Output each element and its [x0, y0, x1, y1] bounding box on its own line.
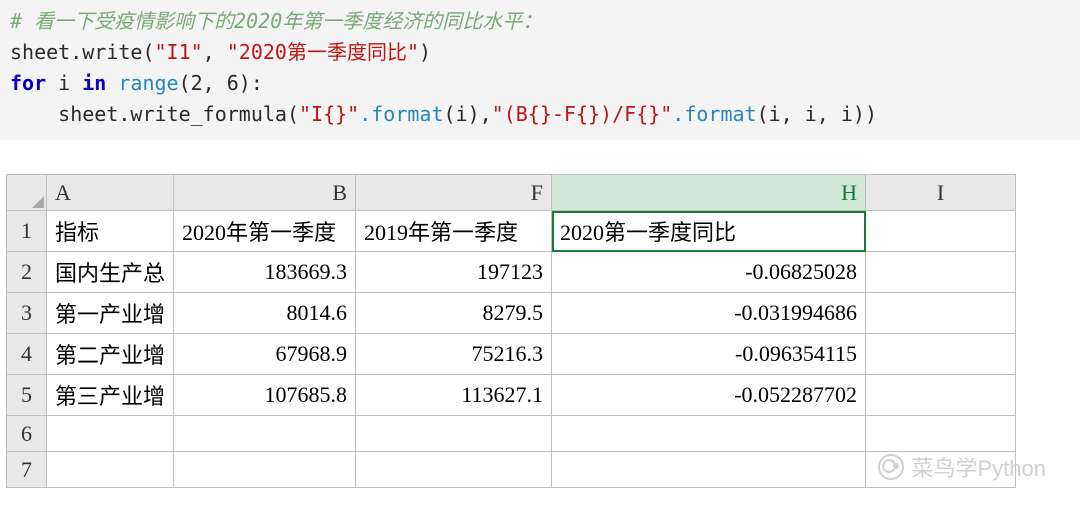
row-header[interactable]: 5 — [7, 375, 47, 416]
code-text: , — [203, 40, 227, 64]
cell[interactable]: 指标 — [47, 211, 174, 252]
code-string: "(B{}-F{})/F{}" — [492, 102, 673, 126]
table-row: 2 国内生产总 183669.3 197123 -0.06825028 — [7, 252, 1016, 293]
cell[interactable] — [174, 452, 356, 488]
cell[interactable]: 67968.9 — [174, 334, 356, 375]
cell[interactable]: 2019年第一季度 — [356, 211, 552, 252]
code-text: (i), — [444, 102, 492, 126]
cell[interactable] — [866, 375, 1016, 416]
code-text: ) — [419, 40, 431, 64]
wechat-icon — [878, 454, 904, 480]
row-header[interactable]: 4 — [7, 334, 47, 375]
cell[interactable] — [552, 416, 866, 452]
code-text: (i, i, i)) — [757, 102, 877, 126]
code-text: range — [106, 71, 178, 95]
cell[interactable]: 183669.3 — [174, 252, 356, 293]
cell[interactable]: 107685.8 — [174, 375, 356, 416]
cell[interactable]: 第二产业增 — [47, 334, 174, 375]
row-header[interactable]: 1 — [7, 211, 47, 252]
row-header[interactable]: 2 — [7, 252, 47, 293]
table-row: 3 第一产业增 8014.6 8279.5 -0.031994686 — [7, 293, 1016, 334]
cell[interactable] — [866, 416, 1016, 452]
watermark-text: 菜鸟学Python — [912, 451, 1047, 483]
code-block: # 看一下受疫情影响下的2020年第一季度经济的同比水平： sheet.writ… — [0, 0, 1080, 140]
code-text: sheet.write( — [10, 40, 155, 64]
cell[interactable]: 197123 — [356, 252, 552, 293]
table-row: 6 — [7, 416, 1016, 452]
cell[interactable]: 8014.6 — [174, 293, 356, 334]
cell[interactable] — [356, 416, 552, 452]
col-header-H[interactable]: H — [552, 175, 866, 211]
cell[interactable]: 国内生产总 — [47, 252, 174, 293]
cell[interactable]: 第三产业增 — [47, 375, 174, 416]
cell[interactable] — [47, 416, 174, 452]
code-string: "I1" — [155, 40, 203, 64]
cell[interactable]: 75216.3 — [356, 334, 552, 375]
watermark: 菜鸟学Python — [878, 451, 1047, 483]
table-row: 1 指标 2020年第一季度 2019年第一季度 2020第一季度同比 — [7, 211, 1016, 252]
cell[interactable]: 第一产业增 — [47, 293, 174, 334]
code-method: .format — [672, 102, 756, 126]
cell[interactable]: 2020年第一季度 — [174, 211, 356, 252]
cell[interactable]: -0.031994686 — [552, 293, 866, 334]
cell[interactable] — [866, 252, 1016, 293]
cell[interactable]: -0.06825028 — [552, 252, 866, 293]
cell[interactable] — [356, 452, 552, 488]
code-keyword: in — [82, 71, 106, 95]
cell[interactable]: -0.096354115 — [552, 334, 866, 375]
cell[interactable]: 113627.1 — [356, 375, 552, 416]
cell[interactable] — [552, 452, 866, 488]
col-header-B[interactable]: B — [174, 175, 356, 211]
code-keyword: for — [10, 71, 46, 95]
table-row: 7 — [7, 452, 1016, 488]
table-row: 5 第三产业增 107685.8 113627.1 -0.052287702 — [7, 375, 1016, 416]
cell-active[interactable]: 2020第一季度同比 — [552, 211, 866, 252]
row-header[interactable]: 3 — [7, 293, 47, 334]
cell[interactable] — [174, 416, 356, 452]
col-header-I[interactable]: I — [866, 175, 1016, 211]
select-all-corner[interactable] — [7, 175, 47, 211]
cell[interactable] — [866, 334, 1016, 375]
code-text: sheet.write_formula( — [10, 102, 299, 126]
code-string: "I{}" — [299, 102, 359, 126]
table-row: 4 第二产业增 67968.9 75216.3 -0.096354115 — [7, 334, 1016, 375]
code-text: (2, 6): — [179, 71, 263, 95]
row-header[interactable]: 6 — [7, 416, 47, 452]
cell[interactable] — [866, 211, 1016, 252]
col-header-A[interactable]: A — [47, 175, 174, 211]
cell[interactable] — [47, 452, 174, 488]
spreadsheet[interactable]: A B F H I 1 指标 2020年第一季度 2019年第一季度 2020第… — [6, 174, 1016, 488]
row-header[interactable]: 7 — [7, 452, 47, 488]
code-comment: # 看一下受疫情影响下的2020年第一季度经济的同比水平： — [10, 9, 542, 33]
code-method: .format — [359, 102, 443, 126]
col-header-F[interactable]: F — [356, 175, 552, 211]
code-string: "2020第一季度同比" — [227, 40, 419, 64]
cell[interactable] — [866, 293, 1016, 334]
code-text: i — [46, 71, 82, 95]
cell[interactable]: 8279.5 — [356, 293, 552, 334]
cell[interactable]: -0.052287702 — [552, 375, 866, 416]
